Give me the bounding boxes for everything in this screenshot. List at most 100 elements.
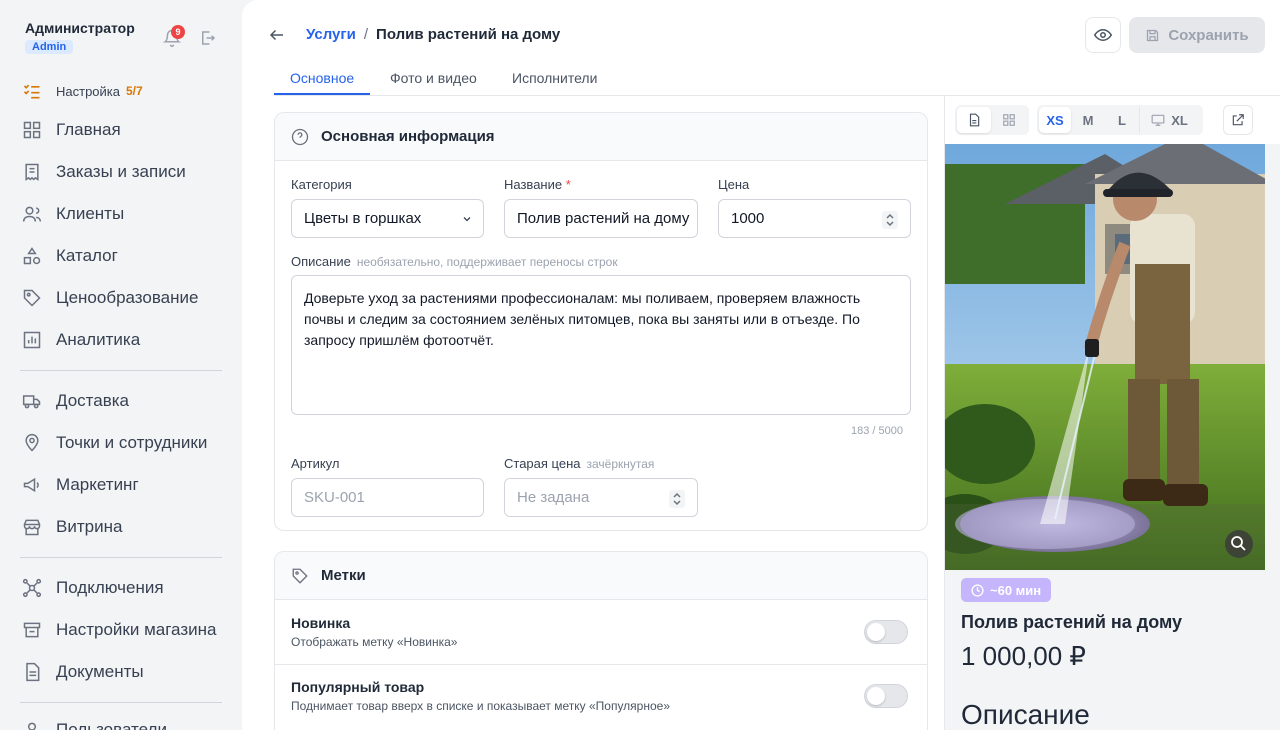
- description-textarea[interactable]: Доверьте уход за растениями профессионал…: [291, 275, 911, 415]
- preview-toolbar: XS M L XL: [945, 96, 1280, 144]
- checklist-icon: [23, 84, 40, 99]
- sidebar-item-storefront[interactable]: Витрина: [22, 512, 122, 542]
- save-icon: [1147, 29, 1159, 41]
- logout-icon[interactable]: [199, 29, 217, 47]
- tab-performers[interactable]: Исполнители: [512, 70, 597, 86]
- receipt-icon: [25, 163, 39, 181]
- toggle-knob: [867, 623, 885, 641]
- tag-title: Новинка: [291, 615, 351, 631]
- size-l-button[interactable]: L: [1105, 107, 1139, 133]
- sidebar-item-label: Каталог: [56, 246, 118, 265]
- page-title: Полив растений на дому: [376, 26, 561, 43]
- preview-price: 1 000,00 ₽: [961, 641, 1086, 671]
- preview-toggle-button[interactable]: [1085, 17, 1121, 53]
- save-button-label: Сохранить: [1168, 26, 1249, 44]
- sidebar-item-users[interactable]: Пользователи: [22, 715, 167, 730]
- category-select[interactable]: Цветы в горшках: [291, 199, 484, 238]
- back-arrow-icon[interactable]: [268, 26, 286, 44]
- sidebar-item-catalog[interactable]: Каталог: [22, 241, 118, 271]
- preview-panel: XS M L XL ~60 мин Полив растений на дому…: [944, 96, 1280, 730]
- description-counter: 183 / 5000: [851, 425, 903, 437]
- size-m-button[interactable]: M: [1071, 107, 1105, 133]
- card-title: Метки: [321, 567, 366, 584]
- description-label-text: Описание: [291, 254, 351, 269]
- sidebar-item-label: Аналитика: [56, 330, 141, 349]
- truck-icon: [22, 395, 41, 409]
- help-circle-icon: [291, 128, 309, 145]
- tag-row-popular: Популярный товар Поднимает товар вверх в…: [275, 664, 927, 727]
- required-marker: *: [565, 177, 571, 192]
- old-price-label-text: Старая цена: [504, 456, 581, 471]
- size-xl-button[interactable]: XL: [1139, 107, 1199, 133]
- sidebar-item-label: Клиенты: [56, 204, 125, 223]
- sidebar-item-marketing[interactable]: Маркетинг: [22, 470, 139, 500]
- active-tab-indicator: [274, 93, 370, 95]
- tab-basic[interactable]: Основное: [290, 70, 354, 86]
- sidebar-item-delivery[interactable]: Доставка: [22, 386, 129, 416]
- sidebar-item-shop-settings[interactable]: Настройки магазина: [22, 615, 216, 645]
- user-panel: Администратор Admin: [25, 20, 135, 55]
- save-button[interactable]: Сохранить: [1129, 17, 1265, 53]
- price-input[interactable]: 1000: [718, 199, 911, 238]
- chevron-down-icon: [463, 217, 471, 222]
- breadcrumb-link-services[interactable]: Услуги: [306, 26, 356, 43]
- gardener-watering-photo: [945, 144, 1265, 570]
- sidebar-item-home[interactable]: Главная: [22, 115, 121, 145]
- sidebar-item-pricing[interactable]: Ценообразование: [22, 283, 198, 313]
- category-label: Категория: [291, 177, 352, 192]
- eye-icon: [1094, 28, 1112, 42]
- old-price-label: Старая цена зачёркнутая: [504, 456, 654, 471]
- clock-icon: [971, 583, 984, 597]
- sidebar-item-clients[interactable]: Клиенты: [22, 199, 124, 229]
- breadcrumb: Услуги / Полив растений на дому: [306, 26, 560, 43]
- monitor-icon: [1151, 114, 1165, 126]
- sidebar-item-orders[interactable]: Заказы и записи: [22, 157, 186, 187]
- tag-subtitle: Отображать метку «Новинка»: [291, 635, 458, 649]
- pin-icon: [25, 433, 39, 452]
- grid-view-button[interactable]: [991, 107, 1027, 133]
- stepper-icon[interactable]: [669, 490, 685, 508]
- toggle-new[interactable]: [864, 620, 908, 644]
- sku-input[interactable]: SKU-001: [291, 478, 484, 517]
- sidebar-item-label: Витрина: [56, 517, 123, 536]
- stepper-icon[interactable]: [882, 211, 898, 229]
- store-icon: [23, 519, 41, 536]
- sidebar-item-label: Настройка: [56, 83, 120, 99]
- old-price-input[interactable]: Не задана: [504, 478, 698, 517]
- sidebar-item-label: Ценообразование: [56, 288, 199, 307]
- product-image: [945, 144, 1265, 570]
- old-price-hint: зачёркнутая: [586, 457, 655, 471]
- sidebar-item-analytics[interactable]: Аналитика: [22, 325, 140, 355]
- card-title: Основная информация: [321, 128, 495, 145]
- sidebar-item-label: Маркетинг: [56, 475, 139, 494]
- tab-media[interactable]: Фото и видео: [390, 70, 477, 86]
- document-icon: [26, 662, 40, 682]
- tag-subtitle: Поднимает товар вверх в списке и показыв…: [291, 699, 670, 713]
- toggle-popular[interactable]: [864, 684, 908, 708]
- sidebar-divider: [20, 557, 222, 558]
- sidebar-item-locations[interactable]: Точки и сотрудники: [22, 428, 207, 458]
- size-toggle: XS M L XL: [1037, 105, 1203, 135]
- sidebar-item-documents[interactable]: Документы: [22, 657, 144, 687]
- sidebar-item-label: Подключения: [56, 578, 164, 597]
- open-external-button[interactable]: [1223, 105, 1253, 135]
- sidebar-item-integrations[interactable]: Подключения: [22, 573, 164, 603]
- size-xs-button[interactable]: XS: [1039, 107, 1071, 133]
- name-value: Полив растений на дому: [517, 210, 690, 227]
- grid-icon: [23, 121, 41, 139]
- price-label: Цена: [718, 177, 750, 192]
- detail-view-button[interactable]: [957, 107, 991, 133]
- basic-info-card: Основная информация Категория Цветы в го…: [274, 112, 928, 531]
- shapes-icon: [23, 247, 41, 265]
- price-value: 1000: [731, 210, 765, 227]
- network-icon: [22, 578, 42, 598]
- tag-title: Популярный товар: [291, 679, 425, 695]
- sidebar-item-label: Главная: [56, 120, 121, 139]
- toggle-knob: [867, 687, 885, 705]
- tag-icon: [292, 568, 308, 584]
- role-badge: Admin: [25, 40, 74, 54]
- name-input[interactable]: Полив растений на дому: [504, 199, 698, 238]
- category-value: Цветы в горшках: [304, 210, 422, 227]
- old-price-placeholder: Не задана: [517, 489, 590, 506]
- sidebar-item-setup[interactable]: Настройка 5/7: [22, 76, 143, 106]
